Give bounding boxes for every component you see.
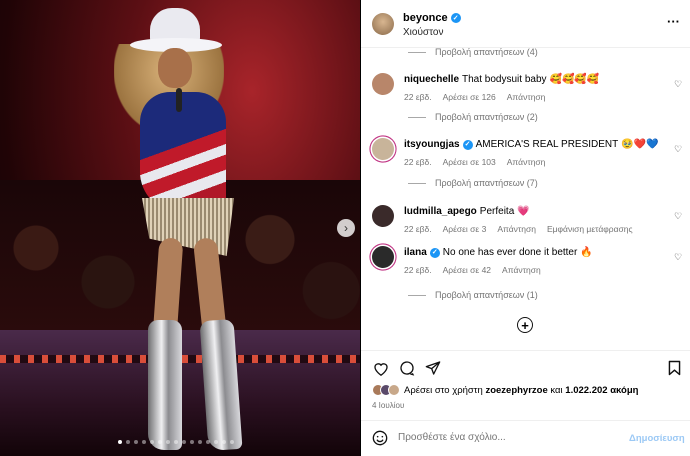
carousel-dot (190, 440, 194, 444)
heart-icon[interactable]: ♡ (674, 144, 682, 155)
view-replies-button[interactable]: Προβολή απαντήσεων (7) (408, 178, 538, 188)
likes-suffix[interactable]: ακόμη (610, 385, 638, 396)
comment-emoji: 🔥 (580, 247, 593, 258)
comment-input[interactable] (398, 432, 618, 443)
performer (114, 8, 248, 452)
comment-username[interactable]: niquechelle (404, 73, 459, 86)
bookmark-icon[interactable] (665, 359, 683, 377)
carousel-dot (166, 440, 170, 444)
comment-username[interactable]: ludmilla_apego (404, 205, 477, 218)
heart-icon[interactable]: ♡ (674, 211, 682, 222)
avatar (388, 384, 400, 396)
send-icon[interactable] (424, 359, 442, 377)
post-comment-button[interactable]: Δημοσίευση (629, 433, 685, 444)
reply-button[interactable]: Απάντηση (507, 157, 546, 167)
comment-time[interactable]: 22 εβδ. (404, 224, 432, 234)
comment-likes[interactable]: Αρέσει σε 3 (443, 224, 487, 234)
more-options-icon[interactable]: ··· (667, 14, 680, 29)
likes-summary: Αρέσει στο χρήστη zoezephyrzoe και 1.022… (372, 384, 638, 396)
comment-composer: Δημοσίευση (361, 420, 690, 456)
fringe (142, 198, 234, 256)
smile-icon[interactable] (372, 430, 388, 446)
post-location[interactable]: Χιούστον (403, 27, 443, 38)
replies-line (408, 51, 426, 53)
comment-emoji: 💗 (517, 206, 530, 217)
replies-line (408, 182, 426, 184)
comment-likes[interactable]: Αρέσει σε 126 (443, 92, 496, 102)
heart-icon[interactable]: ♡ (674, 79, 682, 90)
likes-conj: και (550, 384, 563, 396)
carousel-dot (158, 440, 162, 444)
liker-username[interactable]: zoezephyrzoe (485, 385, 547, 396)
carousel-dot (206, 440, 210, 444)
comment-likes[interactable]: Αρέσει σε 42 (443, 265, 491, 275)
avatar[interactable] (372, 73, 394, 95)
avatar[interactable] (372, 138, 394, 160)
avatar[interactable] (372, 13, 394, 35)
next-slide-button[interactable]: › (337, 219, 355, 237)
microphone (176, 88, 182, 112)
view-replies-button[interactable]: Προβολή απαντήσεων (2) (408, 112, 538, 122)
flag-bodysuit (140, 92, 226, 212)
comment-emoji: 🥰🥰🥰🥰 (549, 74, 600, 85)
reply-button[interactable]: Απάντηση (507, 92, 546, 102)
heart-icon[interactable]: ♡ (674, 252, 682, 263)
view-replies-button[interactable]: Προβολή απαντήσεων (1) (408, 290, 538, 300)
post-date[interactable]: 4 Ιουλίου (372, 401, 404, 410)
carousel-dot (126, 440, 130, 444)
likes-count[interactable]: 1.022.202 (565, 385, 607, 396)
likes-prefix: Αρέσει στο χρήστη (404, 384, 483, 396)
post-photo[interactable]: › (0, 0, 360, 456)
comment-username[interactable]: ilana (404, 246, 427, 259)
plus-circle-icon[interactable]: + (517, 317, 533, 333)
replies-line (408, 294, 426, 296)
view-replies-label: Προβολή απαντήσεων (2) (435, 112, 538, 122)
comment-time[interactable]: 22 εβδ. (404, 265, 432, 275)
carousel-dot (222, 440, 226, 444)
carousel-dot (174, 440, 178, 444)
carousel-indicator (118, 440, 234, 444)
verified-icon: ✓ (462, 139, 473, 150)
heart-icon[interactable] (372, 359, 390, 377)
view-replies-button[interactable]: Προβολή απαντήσεων (4) (408, 47, 538, 57)
author-username[interactable]: beyonce (403, 12, 448, 24)
carousel-dot (118, 440, 122, 444)
avatar[interactable] (372, 205, 394, 227)
post-header: beyonce ✓ Χιούστον ··· (361, 0, 690, 48)
replies-line (408, 116, 426, 118)
view-replies-label: Προβολή απαντήσεων (7) (435, 178, 538, 188)
boot-left (148, 320, 182, 450)
verified-icon: ✓ (429, 247, 440, 258)
boot-right (199, 318, 243, 452)
reply-button[interactable]: Απάντηση (502, 265, 541, 275)
comment-time[interactable]: 22 εβδ. (404, 157, 432, 167)
comment-text: No one has ever done it better (442, 247, 578, 258)
carousel-dot (230, 440, 234, 444)
reply-button[interactable]: Απάντηση (497, 224, 536, 234)
comment-text: Perfeita (479, 206, 515, 217)
post-sidebar: beyonce ✓ Χιούστον ··· Προβολή απαντήσεω… (361, 0, 690, 456)
comment-emoji: 🥹❤️💙 (621, 139, 659, 150)
face (158, 48, 192, 88)
chevron-right-icon: › (344, 221, 348, 235)
carousel-dot (150, 440, 154, 444)
avatar[interactable] (372, 246, 394, 268)
carousel-dot (134, 440, 138, 444)
comment-icon[interactable] (398, 359, 416, 377)
carousel-dot (182, 440, 186, 444)
see-translation-button[interactable]: Εμφάνιση μετάφρασης (547, 224, 633, 234)
action-bar (361, 350, 690, 384)
comment-username[interactable]: itsyoungjas (404, 138, 460, 151)
comment-text: AMERICA'S REAL PRESIDENT (475, 139, 619, 150)
carousel-dot (198, 440, 202, 444)
view-replies-label: Προβολή απαντήσεων (4) (435, 47, 538, 57)
carousel-dot (214, 440, 218, 444)
comment-time[interactable]: 22 εβδ. (404, 92, 432, 102)
verified-icon: ✓ (450, 13, 461, 23)
view-replies-label: Προβολή απαντήσεων (1) (435, 290, 538, 300)
comment-text: That bodysuit baby (462, 74, 547, 85)
carousel-dot (142, 440, 146, 444)
comment-likes[interactable]: Αρέσει σε 103 (443, 157, 496, 167)
